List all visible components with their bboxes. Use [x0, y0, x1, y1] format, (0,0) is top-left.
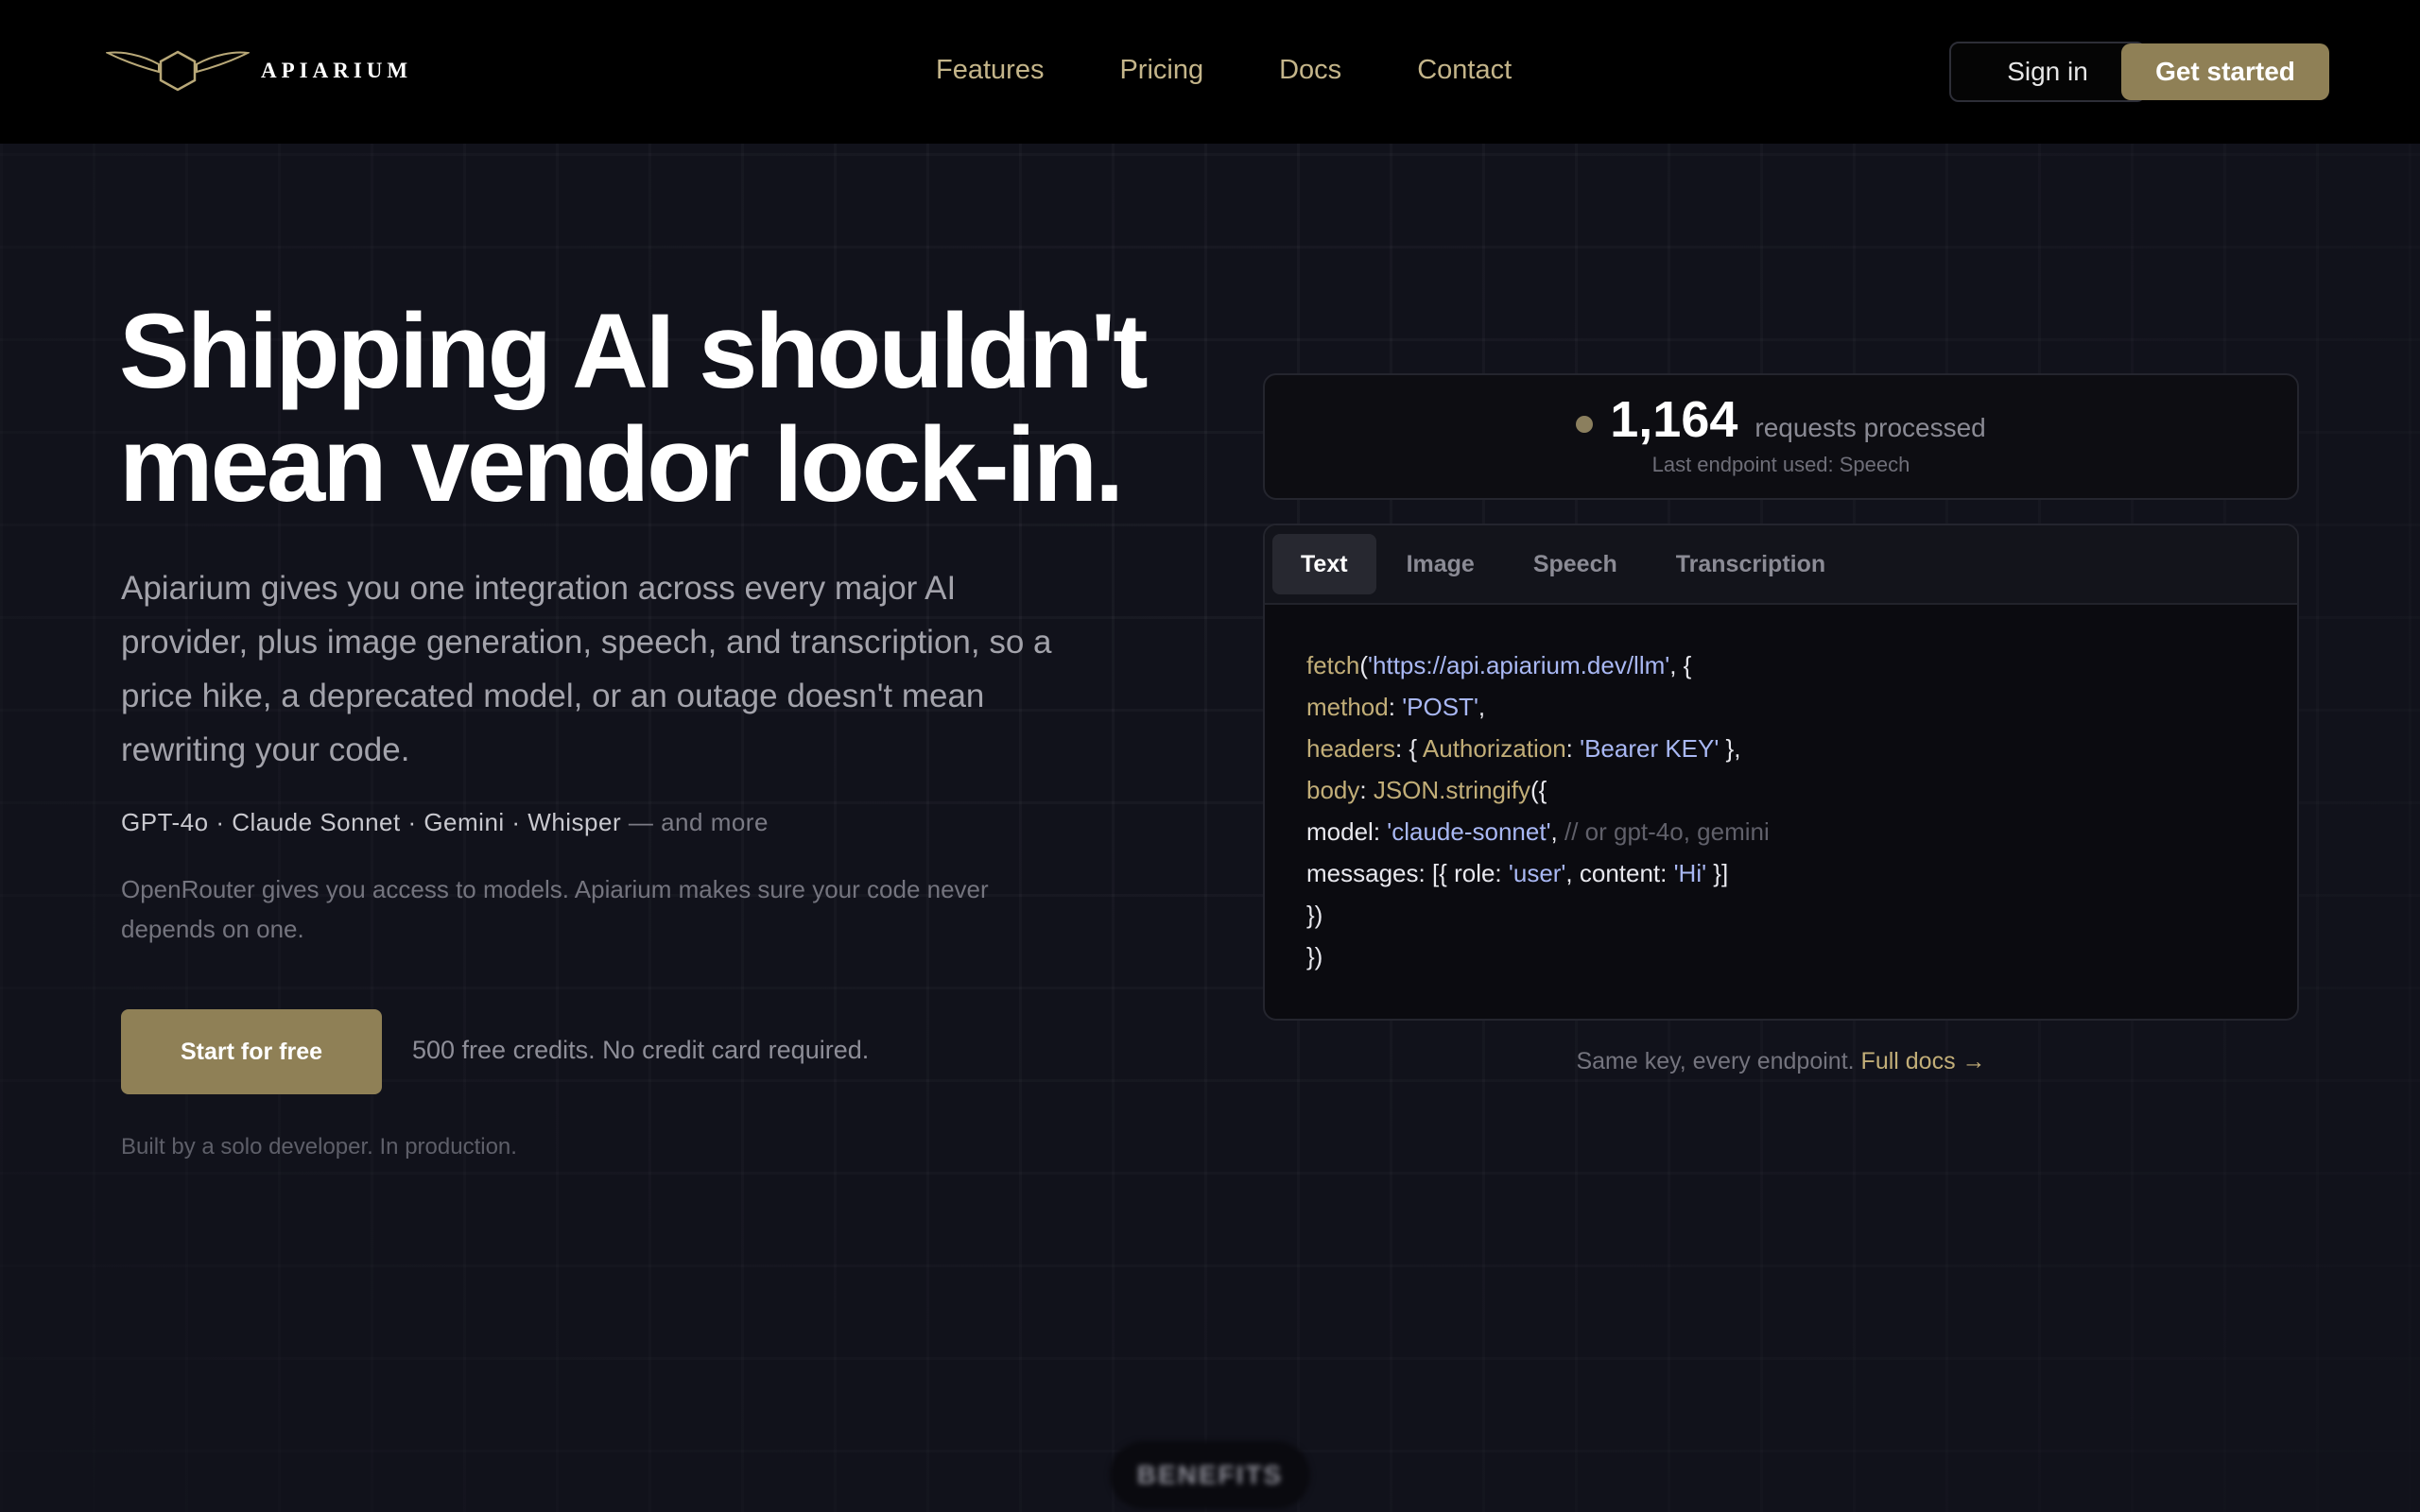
top-nav: APIARIUM Features Pricing Docs Contact S…	[0, 0, 2420, 144]
nav-links: Features Pricing Docs Contact	[936, 55, 1587, 86]
code-token: :	[1565, 734, 1581, 763]
code-token: , content:	[1565, 859, 1674, 887]
code-token: model:	[1306, 817, 1388, 846]
stats-row: 1,164 requests processed	[1265, 390, 2297, 449]
code-sample: fetch('https://api.apiarium.dev/llm', {m…	[1265, 605, 2297, 977]
code-token: 'user'	[1508, 859, 1566, 887]
code-token: : {	[1394, 734, 1423, 763]
code-token: headers	[1306, 734, 1395, 763]
nav-link-docs[interactable]: Docs	[1279, 55, 1341, 86]
nav-link-pricing[interactable]: Pricing	[1119, 55, 1203, 86]
docs-note: Same key, every endpoint.	[1576, 1048, 1861, 1074]
hero-title: Shipping AI shouldn't mean vendor lock-i…	[119, 295, 1253, 522]
code-token: fetch	[1306, 651, 1360, 679]
code-token: JSON.stringify	[1373, 776, 1530, 804]
openrouter-note: OpenRouter gives you access to models. A…	[121, 875, 989, 943]
built-by-note: Built by a solo developer. In production…	[121, 1134, 517, 1160]
nav-link-contact[interactable]: Contact	[1417, 55, 1512, 86]
requests-label: requests processed	[1754, 413, 1986, 442]
code-token: ,	[1550, 817, 1564, 846]
code-token: ({	[1530, 776, 1547, 804]
code-token: :	[1388, 693, 1403, 721]
models-more: — and more	[621, 808, 769, 836]
code-token: method	[1306, 693, 1389, 721]
docs-line: Same key, every endpoint. Full docs →	[1263, 1048, 2299, 1075]
last-endpoint: Last endpoint used: Speech	[1651, 453, 1910, 476]
code-line: fetch('https://api.apiarium.dev/llm', {	[1306, 644, 2297, 686]
code-line: body: JSON.stringify({	[1306, 769, 2297, 811]
start-for-free-button[interactable]: Start for free	[121, 1009, 382, 1094]
tab-speech[interactable]: Speech	[1505, 534, 1646, 594]
credits-note: 500 free credits. No credit card require…	[412, 1036, 870, 1064]
code-line: headers: { Authorization: 'Bearer KEY' }…	[1306, 728, 2297, 769]
tab-text[interactable]: Text	[1272, 534, 1376, 594]
hero-description: Apiarium gives you one integration acros…	[121, 570, 1052, 768]
code-line: })	[1306, 936, 2297, 977]
code-token: (	[1359, 651, 1369, 679]
supported-models: GPT-4o · Claude Sonnet · Gemini · Whispe…	[121, 808, 769, 837]
code-tabs: Text Image Speech Transcription	[1265, 525, 2297, 605]
code-line: model: 'claude-sonnet', // or gpt-4o, ge…	[1306, 811, 2297, 852]
code-line: method: 'POST',	[1306, 686, 2297, 728]
code-token: 'Bearer KEY'	[1580, 734, 1720, 763]
stats-card: 1,164 requests processed Last endpoint u…	[1263, 373, 2299, 500]
benefits-pill: BENEFITS	[1110, 1441, 1310, 1509]
brand-name: APIARIUM	[261, 59, 413, 82]
code-token: 'POST'	[1402, 693, 1478, 721]
tab-image[interactable]: Image	[1378, 534, 1503, 594]
tab-transcription[interactable]: Transcription	[1648, 534, 1854, 594]
code-token: })	[1306, 942, 1323, 971]
sign-in-button[interactable]: Sign in	[1949, 42, 2146, 102]
code-token: }]	[1706, 859, 1729, 887]
code-token: , {	[1669, 651, 1692, 679]
code-token: },	[1719, 734, 1741, 763]
full-docs-link[interactable]: Full docs →	[1861, 1048, 1986, 1074]
hero-title-line1: Shipping AI shouldn't	[119, 292, 1148, 410]
status-dot-icon	[1576, 416, 1594, 433]
code-token: ,	[1478, 693, 1486, 721]
code-token: 'claude-sonnet'	[1387, 817, 1551, 846]
code-token: messages: [{ role:	[1306, 859, 1509, 887]
code-token: Authorization	[1422, 734, 1566, 763]
code-line: })	[1306, 894, 2297, 936]
code-token: })	[1306, 901, 1323, 929]
requests-count: 1,164	[1610, 391, 1738, 448]
code-token: // or gpt-4o, gemini	[1564, 817, 1770, 846]
code-panel: Text Image Speech Transcription fetch('h…	[1263, 524, 2299, 1021]
nav-link-features[interactable]: Features	[936, 55, 1044, 86]
code-token: 'Hi'	[1673, 859, 1707, 887]
logo[interactable]: APIARIUM	[106, 47, 412, 94]
hexagon-wings-icon	[106, 50, 250, 92]
models-list: GPT-4o · Claude Sonnet · Gemini · Whispe…	[121, 808, 622, 836]
get-started-button[interactable]: Get started	[2121, 43, 2329, 100]
code-token: 'https://api.apiarium.dev/llm'	[1368, 651, 1670, 679]
code-token: body	[1306, 776, 1360, 804]
code-token: :	[1359, 776, 1374, 804]
hero-title-line2: mean vendor lock-in.	[119, 405, 1124, 524]
code-line: messages: [{ role: 'user', content: 'Hi'…	[1306, 852, 2297, 894]
